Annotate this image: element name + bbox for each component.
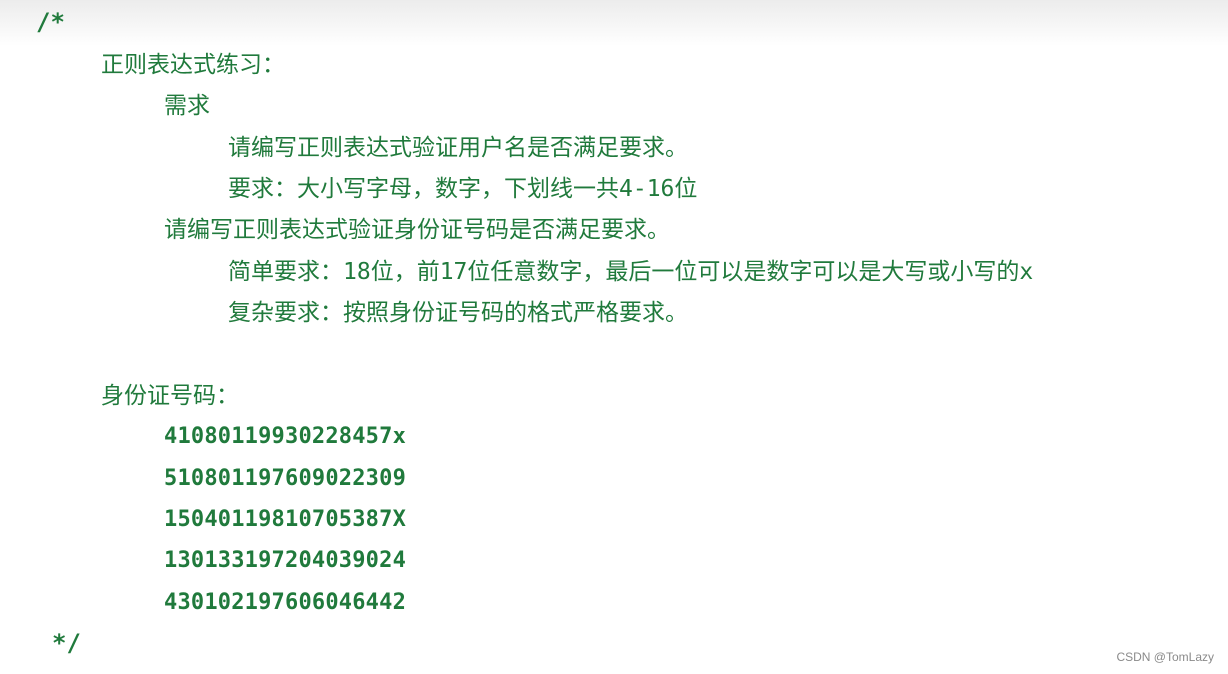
watermark: CSDN @TomLazy <box>1116 650 1214 664</box>
requirement-id-number: 请编写正则表达式验证身份证号码是否满足要求。 <box>164 217 670 243</box>
heading-id-numbers: 身份证号码： <box>101 383 239 409</box>
id-number-line: 130133197204039024 <box>164 548 407 573</box>
code-editor-area[interactable]: /* 正则表达式练习： 需求 请编写正则表达式验证用户名是否满足要求。 要求：大… <box>0 0 1228 674</box>
requirement-id-simple: 简单要求：18位，前17位任意数字，最后一位可以是数字可以是大写或小写的x <box>228 259 1034 285</box>
heading-requirements: 需求 <box>164 93 210 119</box>
requirement-username-rule: 要求：大小写字母，数字，下划线一共4-16位 <box>228 176 698 202</box>
comment-open: /* <box>36 8 65 36</box>
id-number-line: 41080119930228457x <box>164 424 407 449</box>
id-number-line: 15040119810705387X <box>164 507 407 532</box>
id-number-line: 510801197609022309 <box>164 466 407 491</box>
requirement-username: 请编写正则表达式验证用户名是否满足要求。 <box>228 135 688 161</box>
requirement-id-complex: 复杂要求：按照身份证号码的格式严格要求。 <box>228 300 688 326</box>
heading-regex-practice: 正则表达式练习： <box>101 52 285 78</box>
id-number-line: 430102197606046442 <box>164 590 407 615</box>
comment-close: */ <box>52 629 81 657</box>
